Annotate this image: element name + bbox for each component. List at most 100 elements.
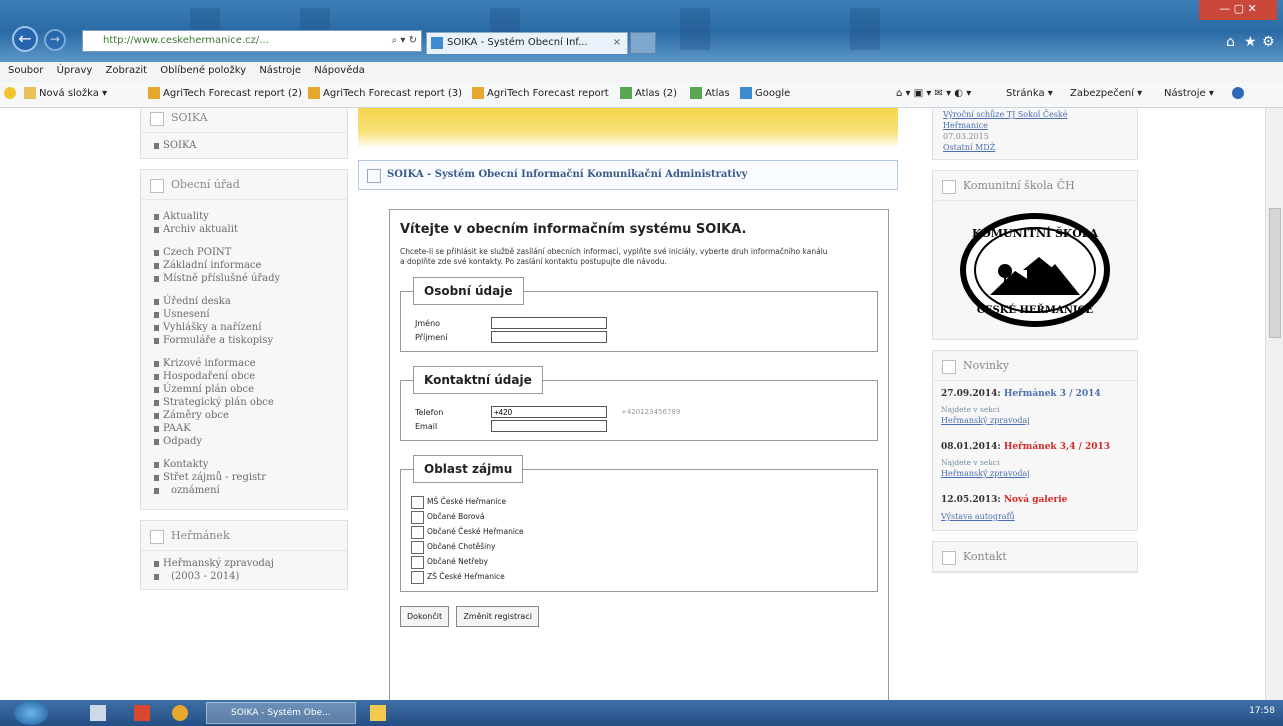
menu-item[interactable]: Zobrazit <box>106 65 148 76</box>
sidebar-link[interactable]: Formuláře a tiskopisy <box>153 334 335 347</box>
sidebar-link[interactable]: Krizové informace <box>153 357 335 370</box>
sidebar-link[interactable]: Odpady <box>153 435 335 448</box>
news-source-link[interactable]: Výstava autografů <box>941 511 1129 522</box>
change-registration-button[interactable]: Změnit registraci <box>456 606 539 627</box>
toolbar-icons[interactable]: ⌂ ▾ ▣ ▾ ✉ ▾ ◐ ▾ <box>896 82 971 106</box>
fav-new-folder[interactable]: Nová složka ▾ <box>24 82 107 106</box>
news-headline[interactable]: Nová galerie <box>1004 495 1068 505</box>
tab-title: SOIKA - Systém Obecní Inf... <box>447 37 588 48</box>
sidebar-link[interactable]: Kontakty <box>153 458 335 471</box>
interest-checkbox[interactable]: MŠ České Heřmanice <box>411 495 867 510</box>
page-menu[interactable]: Stránka ▾ <box>1006 82 1053 106</box>
news-source-link[interactable]: Heřmanský zpravodaj <box>941 468 1129 479</box>
event-link[interactable]: Heřmanice <box>943 120 1127 131</box>
sidebar-link[interactable]: Heřmanský zpravodaj <box>153 557 335 570</box>
sidebar-link[interactable]: SOIKA <box>153 139 335 152</box>
soika-box-title: SOIKA <box>141 108 347 133</box>
help-icon[interactable] <box>1232 82 1247 106</box>
sidebar-link-continued[interactable]: oznámení <box>153 484 335 497</box>
scrollbar-thumb[interactable] <box>1269 208 1281 338</box>
security-menu[interactable]: Zabezpečení ▾ <box>1070 82 1142 106</box>
vertical-scrollbar[interactable] <box>1265 108 1283 700</box>
taskbar-browser-task[interactable]: SOIKA - Systém Obe... <box>206 702 356 724</box>
forward-button[interactable]: → <box>44 29 66 51</box>
folder-icon[interactable] <box>370 705 386 721</box>
sidebar-link[interactable]: Střet zájmů - registr <box>153 471 335 484</box>
interest-checkbox[interactable]: Občané České Heřmanice <box>411 525 867 540</box>
sidebar-link[interactable]: Vyhlášky a nařízení <box>153 321 335 334</box>
menu-item[interactable]: Oblíbené položky <box>160 65 246 76</box>
sidebar-link[interactable]: Strategický plán obce <box>153 396 335 409</box>
sidebar-link[interactable]: Aktuality <box>153 210 335 223</box>
sidebar-link[interactable]: Czech POINT <box>153 246 335 259</box>
sidebar-link[interactable]: Územní plán obce <box>153 383 335 396</box>
email-input[interactable] <box>491 420 607 432</box>
page-content: SOIKA SOIKA Obecní úřad Aktuality Archiv… <box>0 108 1283 700</box>
sidebar-link[interactable]: Záměry obce <box>153 409 335 422</box>
jmeno-row: Jméno <box>411 317 867 331</box>
event-link[interactable]: Výroční schůze TJ Sokol České <box>943 109 1127 120</box>
back-button[interactable]: ← <box>12 26 38 52</box>
jmeno-input[interactable] <box>491 317 607 329</box>
contact-legend: Kontaktní údaje <box>413 366 543 394</box>
sidebar-link[interactable]: Archiv aktualit <box>153 223 335 236</box>
event-link[interactable]: Ostatní MDŽ <box>943 142 1127 153</box>
submit-button[interactable]: Dokončit <box>400 606 450 627</box>
interest-checkbox[interactable]: ZŠ České Heřmanice <box>411 570 867 585</box>
sidebar-link-continued[interactable]: (2003 - 2014) <box>153 570 335 583</box>
explorer-icon[interactable] <box>90 705 106 721</box>
window-controls[interactable]: — ▢ ✕ <box>1199 0 1277 20</box>
interest-checkbox[interactable]: Občané Chotěšiny <box>411 540 867 555</box>
right-sidebar: Výroční schůze TJ Sokol České Heřmanice … <box>932 108 1138 700</box>
fav-item[interactable]: Atlas (2) <box>620 82 677 106</box>
home-icon[interactable]: ⌂ <box>1226 34 1235 50</box>
settings-gear-icon[interactable]: ⚙ <box>1262 34 1275 50</box>
sidebar-link[interactable]: PAAK <box>153 422 335 435</box>
welcome-heading: Vítejte v obecním informačním systému SO… <box>400 222 747 237</box>
interest-checkbox[interactable]: Občané Borová <box>411 510 867 525</box>
news-source-link[interactable]: Heřmanský zpravodaj <box>941 415 1129 426</box>
sidebar-link[interactable]: Hospodaření obce <box>153 370 335 383</box>
address-controls[interactable]: ⌕ ▾ ↻ <box>392 31 417 51</box>
menu-item[interactable]: Úpravy <box>57 65 93 76</box>
taskbar: SOIKA - Systém Obe... 17:58 <box>0 700 1283 726</box>
menu-item[interactable]: Nápověda <box>314 65 365 76</box>
tab-soika[interactable]: SOIKA - Systém Obecní Inf... × <box>426 32 628 54</box>
phone-hint: +420123456789 <box>621 408 681 416</box>
browser-icon[interactable] <box>172 705 188 721</box>
sidebar-link[interactable]: Usnesení <box>153 308 335 321</box>
school-logo: KOMUNITNÍ ŠKOLA ČESKÉ HEŘMANICE <box>960 213 1110 327</box>
tab-close-icon[interactable]: × <box>613 33 621 53</box>
prijmeni-input[interactable] <box>491 331 607 343</box>
favorites-star-icon[interactable]: ★ <box>1244 34 1257 50</box>
header-banner <box>358 108 898 148</box>
news-headline[interactable]: Heřmánek 3,4 / 2013 <box>1004 442 1110 452</box>
menu-item[interactable]: Nástroje <box>259 65 301 76</box>
fav-item[interactable]: AgriTech Forecast report (2) <box>148 82 302 106</box>
fav-item[interactable]: AgriTech Forecast report (3) <box>308 82 462 106</box>
tools-menu[interactable]: Nástroje ▾ <box>1164 82 1214 106</box>
fav-item[interactable]: AgriTech Forecast report <box>472 82 609 106</box>
contact-box: Kontakt <box>932 541 1138 573</box>
sidebar-link[interactable]: Základní informace <box>153 259 335 272</box>
interest-checkbox[interactable]: Občané Netřeby <box>411 555 867 570</box>
favorites-star-icon[interactable] <box>4 82 19 106</box>
phone-row: Telefon +420123456789 <box>411 406 867 420</box>
news-box: Novinky 27.09.2014: Heřmánek 3 / 2014 Na… <box>932 350 1138 531</box>
phone-input[interactable] <box>491 406 607 418</box>
personal-legend: Osobní údaje <box>413 277 524 305</box>
sidebar-link[interactable]: Místně příslušné úřady <box>153 272 335 285</box>
new-tab-button[interactable] <box>630 32 656 54</box>
menu-item[interactable]: Soubor <box>8 65 43 76</box>
interest-legend: Oblast zájmu <box>413 455 524 483</box>
fav-item-google[interactable]: Google <box>740 82 790 106</box>
prijmeni-row: Příjmení <box>411 331 867 345</box>
sidebar-link[interactable]: Úřední deska <box>153 295 335 308</box>
news-headline[interactable]: Heřmánek 3 / 2014 <box>1004 389 1101 399</box>
school-box: Komunitní škola ČH KOMUNITNÍ ŠKOLA ČESKÉ… <box>932 170 1138 340</box>
fav-item[interactable]: Atlas <box>690 82 730 106</box>
media-icon[interactable] <box>134 705 150 721</box>
intro-text: Chcete-li se přihlásit ke službě zasílán… <box>400 247 828 266</box>
address-bar[interactable]: http://www.ceskehermanice.cz/... ⌕ ▾ ↻ <box>82 30 422 52</box>
start-button[interactable] <box>14 701 48 725</box>
